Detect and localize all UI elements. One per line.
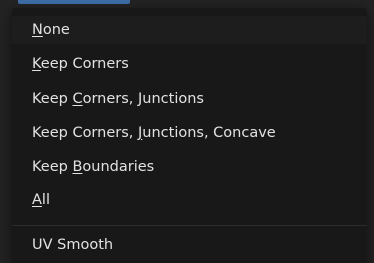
menu-item-mnemonic: N: [32, 22, 43, 38]
menu-item-text-post: eep Corners: [40, 56, 129, 72]
menu-item-keep-corners-junctions-concave[interactable]: Keep Corners, Junctions, Concave: [12, 119, 367, 147]
menu-item-mnemonic: K: [32, 56, 41, 72]
dropdown-active-indicator: [18, 0, 130, 4]
subdivision-boundary-smooth-menu: ⌄ None Keep Corners Keep Corners, Juncti…: [12, 8, 367, 263]
menu-item-mnemonic: B: [72, 159, 83, 175]
menu-item-text-pre: Keep: [32, 91, 73, 107]
menu-item-none[interactable]: None: [12, 16, 367, 44]
menu-item-text-pre: Keep: [32, 159, 73, 175]
menu-item-uv-smooth-header[interactable]: UV Smooth: [12, 231, 367, 259]
menu-item-keep-corners[interactable]: Keep Corners: [12, 50, 367, 78]
menu-item-label: UV Smooth: [32, 237, 114, 253]
menu-item-mnemonic: A: [32, 192, 42, 208]
menu-separator: [12, 225, 367, 226]
menu-item-text-post: one: [42, 22, 70, 38]
menu-item-text-post: ll: [41, 192, 50, 208]
menu-item-text-pre: Keep Corners,: [32, 125, 138, 141]
menu-item-text-post: orners, Junctions: [82, 91, 204, 107]
menu-item-all[interactable]: All: [12, 186, 367, 214]
menu-item-keep-boundaries[interactable]: Keep Boundaries: [12, 153, 367, 181]
menu-item-text-post: unctions, Concave: [142, 125, 276, 141]
menu-item-keep-corners-junctions[interactable]: Keep Corners, Junctions: [12, 85, 367, 113]
menu-item-text-post: oundaries: [82, 159, 155, 175]
menu-item-mnemonic: C: [72, 91, 83, 107]
